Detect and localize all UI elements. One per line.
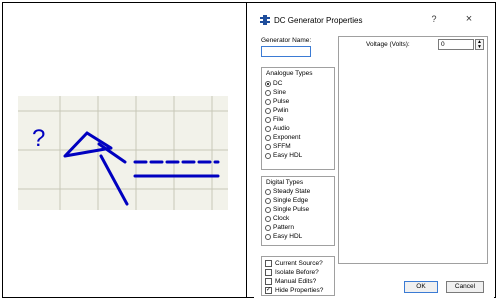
radio-button[interactable] (265, 98, 271, 105)
radio-button[interactable] (265, 188, 271, 195)
options-group: Current Source? Isolate Before? Manual E… (261, 256, 335, 296)
radio-easy-hdl-analogue[interactable]: Easy HDL (265, 151, 302, 160)
voltage-label: Voltage (Volts): (366, 41, 410, 48)
checkbox-isolate-before[interactable]: Isolate Before? (265, 268, 319, 277)
help-button[interactable]: ? (426, 14, 442, 28)
radio-clock[interactable]: Clock (265, 214, 289, 223)
radio-easy-hdl-digital[interactable]: Easy HDL (265, 232, 302, 241)
radio-sine[interactable]: Sine (265, 88, 286, 97)
analogue-types-group: Analogue Types DC Sine Pulse Pwlin File … (261, 67, 335, 170)
radio-button[interactable] (265, 89, 271, 96)
voltage-spinner[interactable]: ▲ ▼ (475, 39, 484, 50)
generator-name-label: Generator Name: (261, 37, 312, 44)
checkbox-checked[interactable]: ✓ (265, 287, 272, 294)
radio-button[interactable] (265, 233, 271, 240)
radio-pulse[interactable]: Pulse (265, 97, 289, 106)
schematic-canvas[interactable]: ? (18, 96, 228, 210)
radio-pattern[interactable]: Pattern (265, 223, 294, 232)
radio-button[interactable] (265, 197, 271, 204)
radio-button[interactable] (265, 206, 271, 213)
radio-sffm[interactable]: SFFM (265, 142, 291, 151)
ok-button[interactable]: OK (404, 281, 438, 293)
generator-name-input[interactable] (261, 46, 311, 57)
radio-exponent[interactable]: Exponent (265, 133, 300, 142)
radio-button[interactable] (265, 125, 271, 132)
cancel-button[interactable]: Cancel (446, 281, 484, 293)
radio-dc[interactable]: DC (265, 79, 282, 88)
radio-button[interactable] (265, 152, 271, 159)
checkbox[interactable] (265, 260, 272, 267)
radio-button[interactable] (265, 224, 271, 231)
radio-single-edge[interactable]: Single Edge (265, 196, 308, 205)
checkbox-manual-edits[interactable]: Manual Edits? (265, 277, 316, 286)
panel-divider (246, 2, 247, 298)
radio-button[interactable] (265, 116, 271, 123)
dc-generator-dialog: DC Generator Properties ? × Generator Na… (254, 8, 494, 298)
checkbox[interactable] (265, 278, 272, 285)
checkbox-hide-properties[interactable]: ✓ Hide Properties? (265, 286, 323, 295)
radio-button[interactable] (265, 107, 271, 114)
radio-button[interactable] (265, 215, 271, 222)
digital-types-group: Digital Types Steady State Single Edge S… (261, 176, 335, 246)
left-options-column: Generator Name: Analogue Types DC Sine P… (258, 36, 336, 296)
radio-pwlin[interactable]: Pwlin (265, 106, 289, 115)
voltage-input[interactable]: 0 (438, 39, 474, 50)
digital-group-title: Digital Types (266, 179, 304, 186)
properties-panel: Voltage (Volts): 0 ▲ ▼ (338, 36, 488, 264)
dialog-title: DC Generator Properties (274, 16, 363, 25)
radio-steady-state[interactable]: Steady State (265, 187, 310, 196)
generator-value-label: ? (32, 125, 45, 152)
title-bar: DC Generator Properties ? × (254, 8, 494, 34)
close-button[interactable]: × (460, 13, 478, 27)
generator-app-icon (260, 15, 270, 25)
analogue-group-title: Analogue Types (266, 70, 313, 77)
radio-audio[interactable]: Audio (265, 124, 290, 133)
radio-button[interactable] (265, 80, 271, 87)
radio-button[interactable] (265, 143, 271, 150)
radio-file[interactable]: File (265, 115, 283, 124)
dc-generator-symbol: ? (18, 96, 228, 210)
checkbox-current-source[interactable]: Current Source? (265, 259, 323, 268)
checkbox[interactable] (265, 269, 272, 276)
radio-single-pulse[interactable]: Single Pulse (265, 205, 309, 214)
radio-button[interactable] (265, 134, 271, 141)
